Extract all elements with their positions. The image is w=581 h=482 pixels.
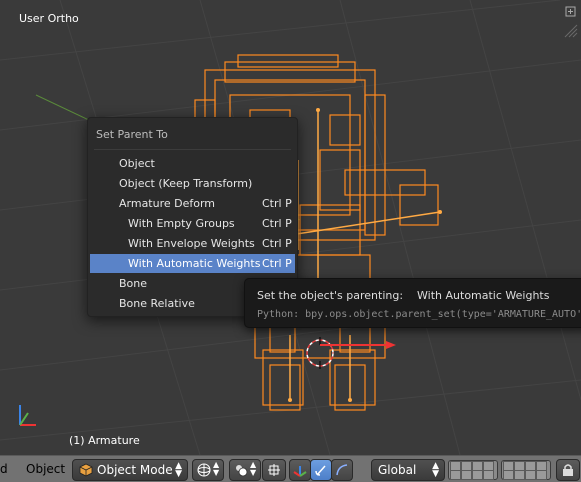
rotate-arc-icon bbox=[315, 465, 326, 476]
layer-button[interactable] bbox=[450, 470, 461, 480]
updown-arrow-icon: ▲ ▼ bbox=[213, 460, 220, 477]
updown-arrow-icon: ▲ ▼ bbox=[250, 460, 257, 477]
layer-buttons-group-1[interactable] bbox=[448, 460, 498, 480]
viewport-status: (1) Armature bbox=[69, 434, 140, 447]
orientation-label: Global bbox=[378, 463, 417, 477]
menu-item-label: Object bbox=[119, 157, 155, 170]
viewport-corner-handle bbox=[564, 24, 578, 38]
layer-button[interactable] bbox=[525, 470, 536, 480]
layer-button[interactable] bbox=[472, 470, 483, 480]
3d-viewport[interactable]: User Ortho (1) Armature Set Parent To Ob… bbox=[0, 0, 581, 455]
3d-cursor-icon bbox=[306, 337, 334, 369]
menu-add[interactable]: d bbox=[0, 462, 8, 476]
transform-orientation-dropdown[interactable]: Global ▲ ▼ bbox=[371, 459, 445, 481]
viewport-header: d Object Object Mode ▲ ▼ ▲ ▼ ▲ ▼ Global … bbox=[0, 455, 581, 482]
object-mode-icon bbox=[79, 463, 93, 477]
updown-arrow-icon: ▲ ▼ bbox=[432, 461, 439, 479]
updown-arrow-icon: ▲ ▼ bbox=[175, 461, 182, 479]
layer-button[interactable] bbox=[514, 470, 525, 480]
manipulator-toggle-button[interactable] bbox=[262, 459, 286, 481]
lock-layers-button[interactable] bbox=[556, 459, 580, 481]
layer-buttons-group-2[interactable] bbox=[501, 460, 551, 480]
lock-icon bbox=[563, 464, 573, 476]
pivot-icon bbox=[236, 465, 248, 477]
menu-item-label: With Empty Groups bbox=[128, 217, 235, 230]
menu-item-shortcut: Ctrl P bbox=[262, 237, 292, 250]
viewport-shading-button[interactable]: ▲ ▼ bbox=[192, 459, 224, 481]
operator-tooltip: Set the object's parenting: With Automati… bbox=[244, 278, 581, 328]
axis-widget-icon bbox=[19, 405, 36, 426]
menu-divider bbox=[94, 149, 291, 150]
menu-item-with-envelope-weights[interactable]: With Envelope Weights Ctrl P bbox=[90, 234, 295, 253]
rotate-manipulator-button[interactable] bbox=[310, 459, 332, 481]
layer-button[interactable] bbox=[503, 470, 514, 480]
toolbar-toggle-icon bbox=[565, 6, 576, 17]
menu-item-object-keep-transform[interactable]: Object (Keep Transform) bbox=[90, 174, 295, 193]
translate-arrow-icon bbox=[293, 466, 307, 477]
menu-item-label: With Automatic Weights bbox=[128, 257, 261, 270]
viewport-title: User Ortho bbox=[19, 12, 79, 25]
manipulator-icon bbox=[268, 464, 280, 476]
layer-button[interactable] bbox=[461, 470, 472, 480]
scale-manipulator-button[interactable] bbox=[331, 459, 353, 481]
menu-object[interactable]: Object bbox=[26, 462, 65, 476]
mode-dropdown[interactable]: Object Mode ▲ ▼ bbox=[72, 459, 188, 481]
menu-item-with-empty-groups[interactable]: With Empty Groups Ctrl P bbox=[90, 214, 295, 233]
translate-manipulator-button[interactable] bbox=[289, 459, 311, 481]
menu-item-label: Bone Relative bbox=[119, 297, 195, 310]
tooltip-python: Python: bpy.ops.object.parent_set(type='… bbox=[257, 309, 581, 320]
menu-item-with-automatic-weights[interactable]: With Automatic Weights Ctrl P bbox=[90, 254, 295, 273]
menu-item-shortcut: Ctrl P bbox=[262, 217, 292, 230]
sphere-icon bbox=[197, 463, 211, 477]
tooltip-heading: Set the object's parenting: With Automati… bbox=[257, 289, 549, 302]
scale-arc-icon bbox=[336, 464, 348, 476]
menu-item-object[interactable]: Object bbox=[90, 154, 295, 173]
layer-button[interactable] bbox=[536, 470, 547, 480]
tooltip-value: With Automatic Weights bbox=[417, 289, 550, 302]
menu-item-label: Armature Deform bbox=[119, 197, 216, 210]
pivot-point-button[interactable]: ▲ ▼ bbox=[229, 459, 261, 481]
menu-item-label: Object (Keep Transform) bbox=[119, 177, 253, 190]
menu-item-shortcut: Ctrl P bbox=[262, 197, 292, 210]
tooltip-description: Set the object's parenting: bbox=[257, 289, 404, 302]
menu-item-shortcut: Ctrl P bbox=[262, 257, 292, 270]
menu-title: Set Parent To bbox=[96, 128, 168, 141]
menu-item-label: With Envelope Weights bbox=[128, 237, 255, 250]
layer-button[interactable] bbox=[483, 470, 494, 480]
menu-item-armature-deform[interactable]: Armature Deform Ctrl P bbox=[90, 194, 295, 213]
menu-item-label: Bone bbox=[119, 277, 148, 290]
mode-label: Object Mode bbox=[97, 463, 173, 477]
